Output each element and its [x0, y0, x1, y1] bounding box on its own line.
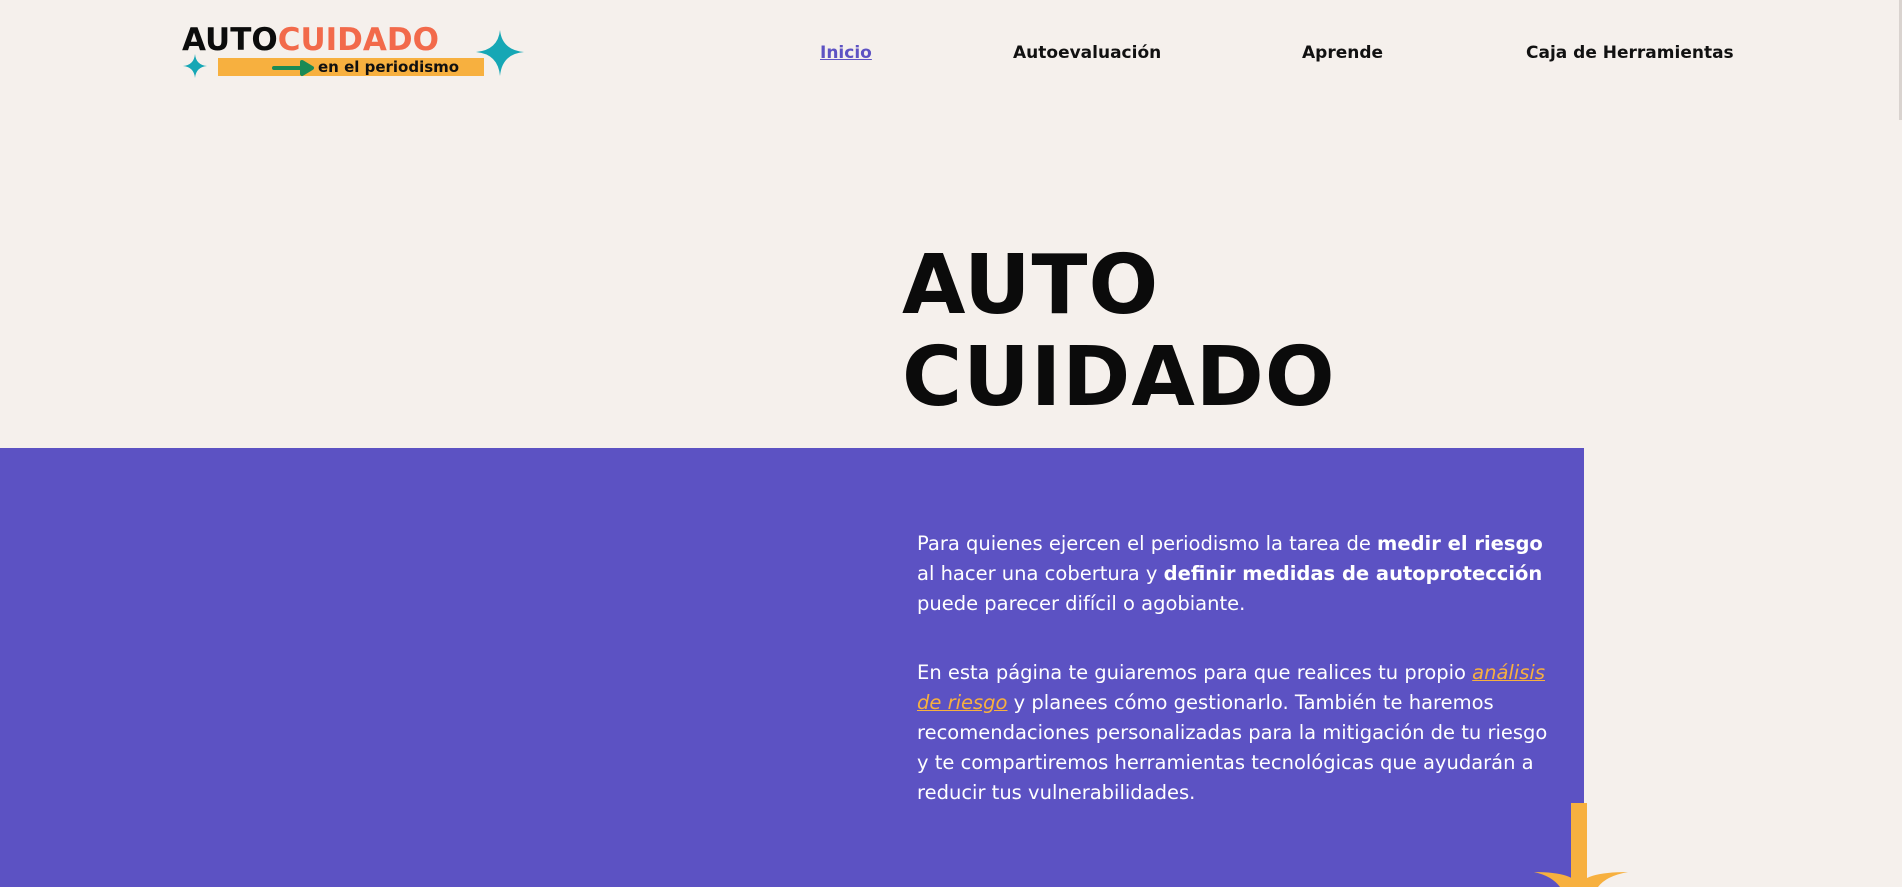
nav-link-aprende[interactable]: Aprende — [1302, 40, 1383, 66]
intro-p2-text-2: y planees cómo gestionarlo. También te h… — [917, 691, 1548, 804]
hero-title-line-1: AUTO — [902, 238, 1160, 333]
intro-p2-text-1: En esta página te guiaremos para que rea… — [917, 661, 1473, 684]
nav-link-caja-de-herramientas[interactable]: Caja de Herramientas — [1526, 40, 1734, 66]
intro-p1-text-3: puede parecer difícil o agobiante. — [917, 592, 1246, 615]
intro-p1-bold-1: medir el riesgo — [1377, 532, 1543, 555]
hero-title: AUTO CUIDADO — [902, 240, 1336, 424]
nav-link-autoevaluacion[interactable]: Autoevaluación — [1013, 40, 1161, 66]
arrow-right-icon — [272, 60, 314, 76]
starburst-decoration-icon — [1534, 803, 1628, 887]
intro-p1-text-1: Para quienes ejercen el periodismo la ta… — [917, 532, 1378, 555]
intro-paragraph-2: En esta página te guiaremos para que rea… — [917, 658, 1557, 808]
intro-p1-bold-2: definir medidas de autoprotección — [1163, 562, 1543, 585]
site-header: AUTOCUIDADO en el periodismo Inicio Auto… — [0, 0, 1902, 110]
intro-p1-text-2: al hacer una cobertura y — [917, 562, 1164, 585]
hero-title-line-2: CUIDADO — [902, 330, 1336, 425]
sparkle-icon — [476, 30, 524, 76]
sparkle-icon — [183, 54, 207, 78]
site-logo[interactable]: AUTOCUIDADO en el periodismo — [180, 20, 530, 90]
nav-link-inicio[interactable]: Inicio — [820, 40, 872, 66]
logo-decorations — [183, 30, 524, 78]
intro-paragraph-1: Para quienes ejercen el periodismo la ta… — [917, 529, 1557, 619]
